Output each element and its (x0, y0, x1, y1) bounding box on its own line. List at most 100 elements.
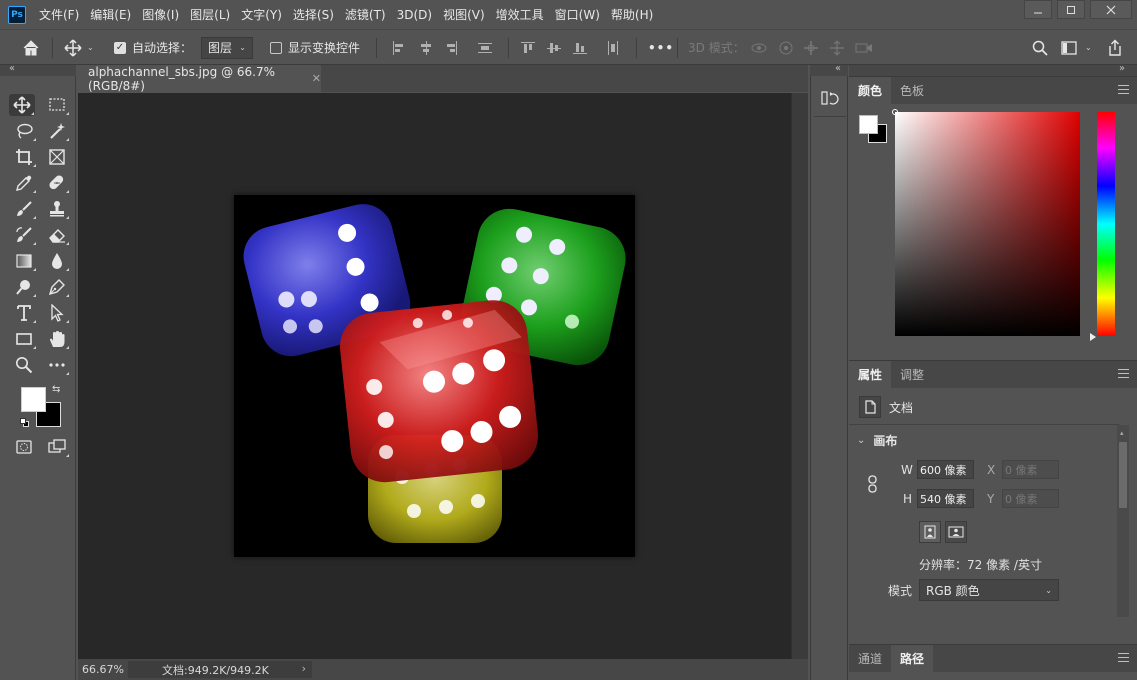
tab-channels[interactable]: 通道 (849, 645, 891, 672)
canvas-vertical-scrollbar[interactable] (791, 93, 808, 659)
menu-plugins[interactable]: 增效工具 (496, 6, 544, 23)
distribute-horizontal-button[interactable] (606, 30, 620, 65)
height-field[interactable]: 540 像素 (917, 489, 974, 508)
tab-adjustments[interactable]: 调整 (891, 361, 933, 388)
brush-tool[interactable] (11, 198, 37, 220)
canvas-workspace[interactable] (78, 93, 791, 659)
panels-collapse-strip[interactable]: ›› (849, 63, 1137, 76)
photoshop-logo-icon[interactable]: Ps (8, 5, 26, 24)
hand-tool[interactable] (44, 328, 70, 350)
align-middle-button[interactable] (547, 30, 561, 65)
landscape-orientation-button[interactable] (945, 521, 967, 543)
y-field[interactable]: 0 像素 (1002, 489, 1059, 508)
hue-slider-handle[interactable] (1090, 333, 1096, 341)
healing-brush-tool[interactable] (44, 172, 70, 194)
panel-foreground-color[interactable] (859, 115, 878, 134)
marquee-tool[interactable] (44, 94, 70, 116)
tab-properties[interactable]: 属性 (849, 361, 892, 388)
menu-file[interactable]: 文件(F) (39, 6, 79, 23)
type-tool[interactable] (11, 302, 37, 324)
default-colors-icon[interactable] (20, 418, 30, 428)
close-button[interactable] (1090, 0, 1132, 19)
document-tab[interactable]: alphachannel_sbs.jpg @ 66.7%(RGB/8#) ✕ (78, 65, 321, 93)
3d-orbit-button[interactable] (750, 30, 768, 65)
color-picker-handle[interactable] (892, 109, 898, 115)
workspace-button[interactable]: ⌄ (1061, 30, 1092, 65)
minimize-button[interactable] (1024, 0, 1052, 19)
properties-scrollbar[interactable]: ▴ (1117, 425, 1129, 617)
menu-image[interactable]: 图像(I) (142, 6, 179, 23)
menu-layer[interactable]: 图层(L) (190, 6, 230, 23)
tab-swatches[interactable]: 色板 (891, 77, 933, 104)
screen-mode-button[interactable] (44, 436, 70, 458)
path-selection-tool[interactable] (44, 302, 70, 324)
home-button[interactable] (22, 30, 40, 65)
dodge-tool[interactable] (11, 276, 37, 298)
history-panel-button[interactable] (820, 88, 840, 108)
magic-wand-tool[interactable] (44, 120, 70, 142)
chevron-up-icon[interactable]: ▴ (1120, 429, 1124, 437)
portrait-orientation-button[interactable] (919, 521, 941, 543)
history-brush-tool[interactable] (11, 224, 37, 246)
panel-menu-icon[interactable] (1118, 653, 1129, 662)
hue-slider[interactable] (1097, 112, 1115, 336)
3d-slide-button[interactable] (829, 30, 845, 65)
zoom-level[interactable]: 66.67% (78, 663, 126, 676)
gradient-tool[interactable] (11, 250, 37, 272)
eyedropper-tool[interactable] (11, 172, 37, 194)
menu-help[interactable]: 帮助(H) (611, 6, 653, 23)
color-field[interactable] (892, 109, 1080, 336)
blur-tool[interactable] (44, 250, 70, 272)
menu-select[interactable]: 选择(S) (293, 6, 334, 23)
distribute-vertical-button[interactable] (478, 30, 492, 65)
lasso-tool[interactable] (11, 120, 37, 142)
menu-window[interactable]: 窗口(W) (555, 6, 600, 23)
width-field[interactable]: 600 像素 (917, 460, 974, 479)
menu-view[interactable]: 视图(V) (443, 6, 485, 23)
maximize-button[interactable] (1057, 0, 1085, 19)
panel-menu-icon[interactable] (1118, 85, 1129, 94)
swap-colors-icon[interactable]: ⇆ (52, 384, 60, 395)
3d-scale-button[interactable] (855, 30, 873, 65)
rectangle-tool[interactable] (11, 328, 37, 350)
3d-roll-button[interactable] (778, 30, 794, 65)
chevron-right-icon[interactable]: › (302, 662, 306, 675)
share-button[interactable] (1106, 30, 1124, 65)
edit-toolbar-button[interactable] (44, 354, 70, 376)
x-field[interactable]: 0 像素 (1002, 460, 1059, 479)
more-options-button[interactable]: ••• (648, 30, 674, 65)
3d-pan-button[interactable] (803, 30, 819, 65)
show-transform-checkbox[interactable]: 显示变换控件 (270, 30, 360, 65)
pen-tool[interactable] (44, 276, 70, 298)
menu-3d[interactable]: 3D(D) (397, 8, 432, 22)
crop-tool[interactable] (11, 146, 37, 168)
auto-select-checkbox[interactable]: ✓ 自动选择： (114, 30, 192, 65)
link-icon[interactable] (867, 475, 879, 493)
move-tool[interactable] (9, 94, 35, 116)
align-left-button[interactable] (392, 30, 406, 65)
toolbar-collapse-strip[interactable]: ‹‹ (0, 63, 76, 76)
eraser-tool[interactable] (44, 224, 70, 246)
align-bottom-button[interactable] (573, 30, 587, 65)
frame-tool[interactable] (44, 146, 70, 168)
scrollbar-thumb[interactable] (1119, 442, 1127, 508)
color-mode-dropdown[interactable]: RGB 颜色 ⌄ (919, 579, 1059, 601)
move-tool-preset-button[interactable]: ⌄ (64, 30, 94, 65)
tab-color[interactable]: 颜色 (849, 77, 892, 104)
menu-filter[interactable]: 滤镜(T) (345, 6, 386, 23)
align-top-button[interactable] (521, 30, 535, 65)
clone-stamp-tool[interactable] (44, 198, 70, 220)
icon-column-collapse-strip[interactable]: ‹‹ (810, 63, 848, 76)
align-right-button[interactable] (444, 30, 458, 65)
auto-select-target-dropdown[interactable]: 图层 ⌄ (201, 36, 253, 59)
quick-mask-button[interactable] (11, 436, 37, 458)
search-button[interactable] (1032, 30, 1048, 65)
tab-paths[interactable]: 路径 (891, 645, 934, 672)
document-info[interactable]: 文档:949.2K/949.2K › (128, 661, 312, 678)
menu-type[interactable]: 文字(Y) (241, 6, 282, 23)
panel-menu-icon[interactable] (1118, 369, 1129, 378)
close-tab-icon[interactable]: ✕ (312, 72, 321, 85)
foreground-color-swatch[interactable] (21, 387, 46, 412)
document-canvas[interactable] (234, 195, 635, 557)
menu-edit[interactable]: 编辑(E) (90, 6, 131, 23)
